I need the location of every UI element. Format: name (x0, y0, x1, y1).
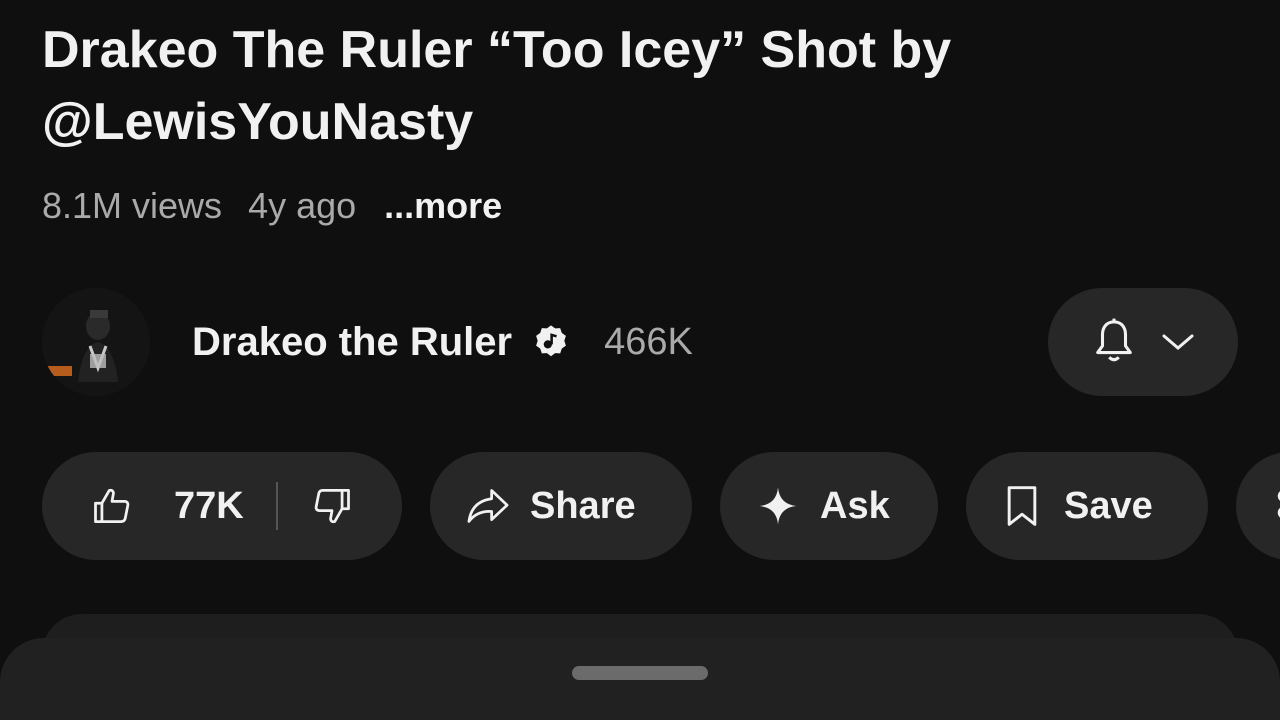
view-count: 8.1M views (42, 185, 223, 226)
sparkle-icon (758, 486, 798, 526)
channel-name-text: Drakeo the Ruler (192, 319, 513, 364)
save-label: Save (1064, 484, 1153, 527)
more-description-link[interactable]: ...more (384, 185, 502, 227)
more-actions-icon (1272, 486, 1280, 526)
subscription-settings-button[interactable] (1048, 288, 1238, 396)
sheet-drag-handle[interactable] (572, 666, 708, 680)
channel-avatar[interactable] (42, 288, 150, 396)
save-button[interactable]: Save (966, 452, 1208, 560)
thumbs-up-icon (90, 484, 134, 528)
like-divider (275, 482, 278, 530)
video-details-page: Drakeo The Ruler “Too Icey” Shot by @Lew… (0, 0, 1280, 720)
channel-name[interactable]: Drakeo the Ruler 466K (192, 314, 693, 370)
like-dislike-group: 77K (42, 452, 402, 560)
share-arrow-icon (464, 486, 512, 526)
bookmark-icon (1004, 484, 1040, 528)
thumbs-down-icon (310, 484, 354, 528)
share-label: Share (530, 484, 636, 527)
share-button[interactable]: Share (430, 452, 692, 560)
bell-icon (1091, 317, 1137, 367)
video-meta[interactable]: 8.1M views 4y ago ...more (42, 182, 502, 230)
video-title[interactable]: Drakeo The Ruler “Too Icey” Shot by @Lew… (42, 14, 1222, 158)
action-bar: 77K Share Ask Save (42, 452, 1280, 560)
bottom-sheet[interactable] (0, 638, 1280, 720)
upload-age: 4y ago (248, 185, 357, 226)
subscriber-count: 466K (604, 320, 693, 363)
more-actions-button[interactable] (1236, 452, 1280, 560)
dislike-button[interactable] (310, 484, 354, 528)
like-count: 77K (174, 484, 244, 527)
chevron-down-icon (1161, 332, 1195, 352)
ask-label: Ask (820, 484, 890, 527)
verified-badge-icon (532, 323, 570, 361)
ask-button[interactable]: Ask (720, 452, 938, 560)
like-button[interactable]: 77K (90, 484, 244, 528)
channel-row: Drakeo the Ruler 466K (0, 288, 1280, 396)
